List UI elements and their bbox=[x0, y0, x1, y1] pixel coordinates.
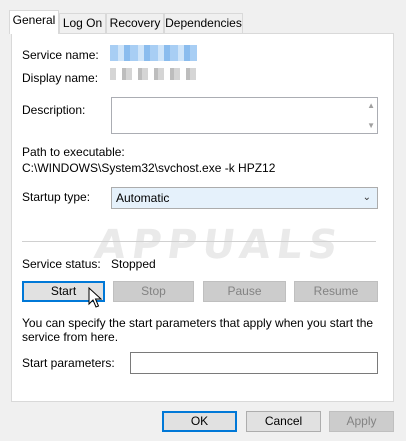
start-params-hint: You can specify the start parameters tha… bbox=[22, 316, 374, 344]
apply-button[interactable]: Apply bbox=[329, 411, 394, 432]
resume-button[interactable]: Resume bbox=[294, 281, 378, 302]
scroll-down-icon[interactable]: ▼ bbox=[367, 121, 375, 130]
startup-type-select[interactable]: Automatic ⌄ bbox=[111, 187, 378, 209]
tab-log-on[interactable]: Log On bbox=[59, 13, 106, 33]
description-textarea[interactable]: ▲ ▼ bbox=[111, 97, 378, 134]
tab-dependencies-label: Dependencies bbox=[165, 16, 242, 30]
service-name-label: Service name: bbox=[22, 48, 99, 62]
stop-button[interactable]: Stop bbox=[113, 281, 194, 302]
display-name-value-blurred bbox=[110, 68, 197, 80]
start-params-input[interactable] bbox=[130, 352, 378, 374]
ok-button[interactable]: OK bbox=[162, 411, 237, 432]
tab-recovery[interactable]: Recovery bbox=[106, 13, 164, 33]
service-status-value: Stopped bbox=[111, 257, 156, 271]
tab-recovery-label: Recovery bbox=[109, 16, 161, 30]
tab-log-on-label: Log On bbox=[62, 16, 103, 30]
tab-general[interactable]: General bbox=[9, 10, 59, 34]
tab-dependencies[interactable]: Dependencies bbox=[164, 13, 243, 33]
service-status-label: Service status: bbox=[22, 257, 101, 271]
path-value: C:\WINDOWS\System32\svchost.exe -k HPZ12 bbox=[22, 161, 276, 175]
startup-type-label: Startup type: bbox=[22, 190, 91, 204]
description-label: Description: bbox=[22, 103, 86, 117]
scroll-up-icon[interactable]: ▲ bbox=[367, 101, 375, 110]
cancel-button[interactable]: Cancel bbox=[246, 411, 321, 432]
path-label: Path to executable: bbox=[22, 145, 125, 159]
startup-type-value: Automatic bbox=[116, 191, 170, 205]
display-name-label: Display name: bbox=[22, 71, 99, 85]
mouse-cursor-icon bbox=[88, 287, 102, 308]
service-name-value-blurred bbox=[110, 45, 197, 61]
general-panel bbox=[11, 33, 394, 402]
tab-general-label: General bbox=[12, 13, 56, 27]
divider bbox=[22, 241, 376, 242]
pause-button[interactable]: Pause bbox=[203, 281, 286, 302]
start-params-label: Start parameters: bbox=[22, 356, 115, 370]
chevron-down-icon: ⌄ bbox=[362, 192, 371, 203]
